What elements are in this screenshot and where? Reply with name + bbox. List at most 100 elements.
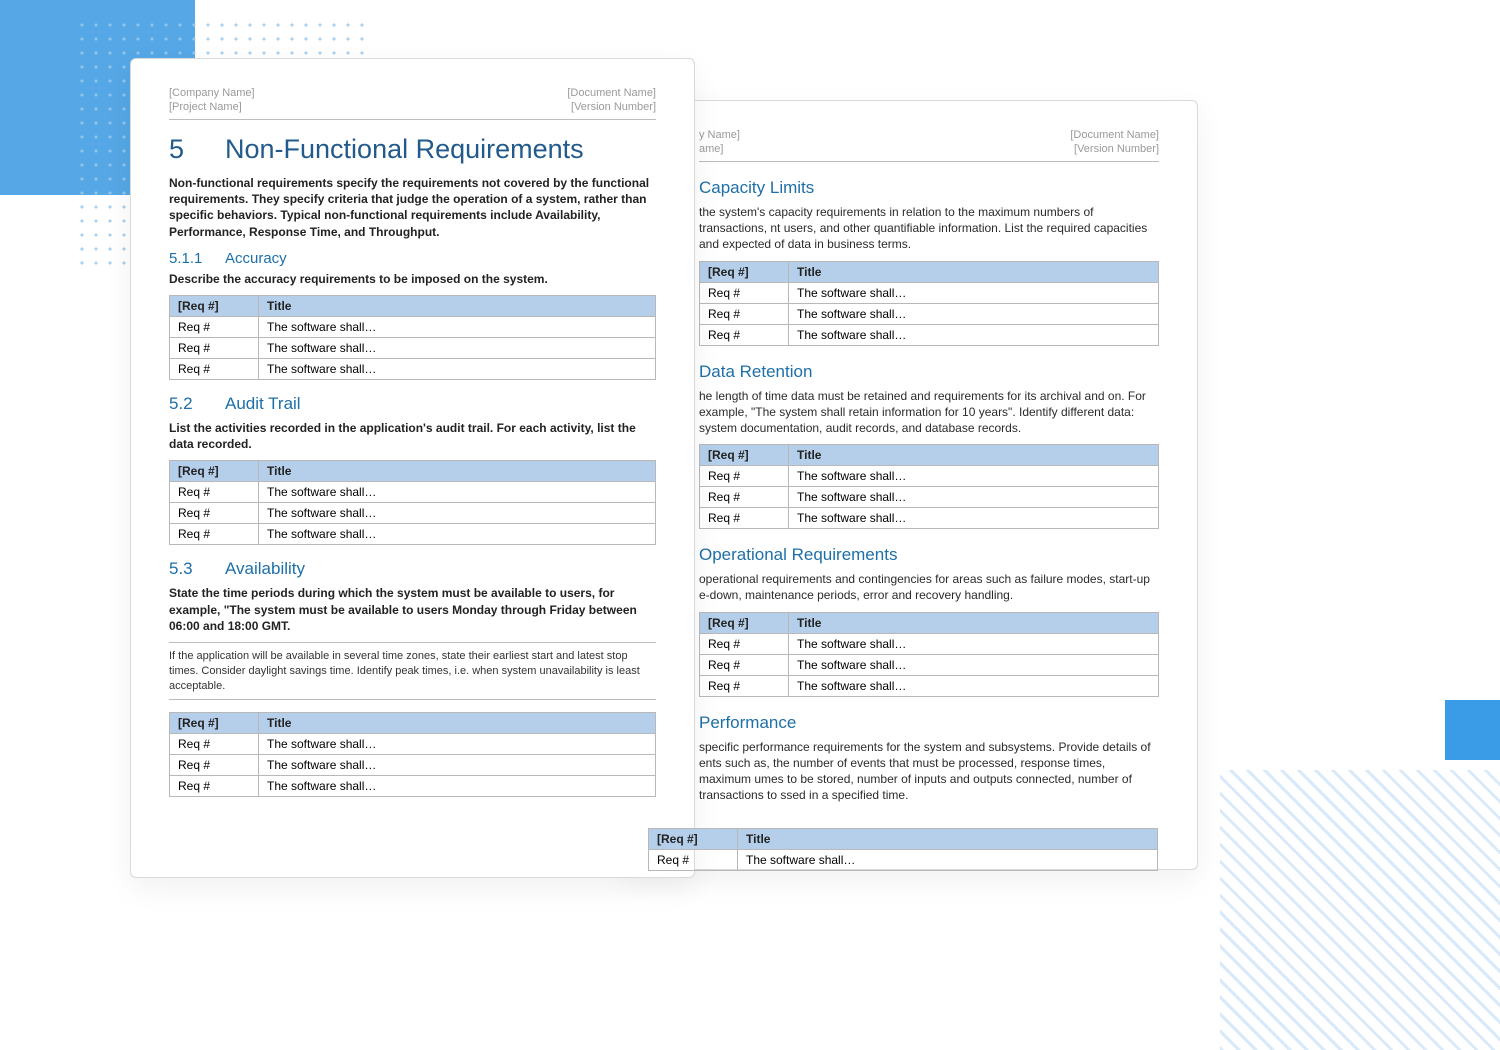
table-accuracy: [Req #]TitleReq #The software shall…Req … <box>169 295 656 380</box>
cell-req: Req # <box>170 524 259 545</box>
cell-title: The software shall… <box>259 776 656 797</box>
table-retention: [Req #]TitleReq #The software shall…Req … <box>699 444 1159 529</box>
cell-req: Req # <box>700 633 789 654</box>
table-audit: [Req #]TitleReq #The software shall…Req … <box>169 460 656 545</box>
doc-header-row-1: y Name] [Document Name] <box>699 129 1159 143</box>
intro-paragraph: Non-functional requirements specify the … <box>169 175 656 240</box>
cell-title: The software shall… <box>789 324 1159 345</box>
table-row: Req #The software shall… <box>649 850 1158 871</box>
cell-req: Req # <box>170 358 259 379</box>
cell-title: The software shall… <box>259 755 656 776</box>
heading-data-retention: Data Retention <box>699 362 1159 382</box>
body-511: Describe the accuracy requirements to be… <box>169 271 656 287</box>
cell-title: The software shall… <box>738 850 1158 871</box>
heading-capacity-limits: Capacity Limits <box>699 178 1159 198</box>
header-document: [Document Name] <box>1070 129 1159 141</box>
cell-req: Req # <box>170 482 259 503</box>
table-row: Req #The software shall… <box>170 755 656 776</box>
col-title-header: Title <box>789 612 1159 633</box>
header-version: [Version Number] <box>571 101 656 113</box>
table-operational: [Req #]TitleReq #The software shall…Req … <box>699 612 1159 697</box>
heading-h1: 5 Non-Functional Requirements <box>169 134 656 165</box>
table-row: Req #The software shall… <box>700 487 1159 508</box>
col-req-header: [Req #] <box>170 713 259 734</box>
table-row: Req #The software shall… <box>700 324 1159 345</box>
header-rule <box>699 161 1159 162</box>
col-req-header: [Req #] <box>170 295 259 316</box>
cell-title: The software shall… <box>789 466 1159 487</box>
cell-title: The software shall… <box>259 524 656 545</box>
cell-req: Req # <box>170 316 259 337</box>
bg-diag-lines <box>1220 770 1500 1050</box>
h2-number: 5.2 <box>169 394 225 414</box>
table-row: Req #The software shall… <box>700 633 1159 654</box>
body-data-retention: he length of time data must be retained … <box>699 388 1159 437</box>
cell-title: The software shall… <box>259 503 656 524</box>
table-performance-wrap: [Req #]TitleReq #The software shall… <box>648 824 1158 881</box>
col-title-header: Title <box>789 261 1159 282</box>
cell-title: The software shall… <box>259 316 656 337</box>
col-req-header: [Req #] <box>649 829 738 850</box>
table-row: Req #The software shall… <box>170 734 656 755</box>
body-53: State the time periods during which the … <box>169 585 656 634</box>
table-availability: [Req #]TitleReq #The software shall…Req … <box>169 712 656 797</box>
table-row: Req #The software shall… <box>700 282 1159 303</box>
cell-req: Req # <box>170 755 259 776</box>
cell-req: Req # <box>700 303 789 324</box>
heading-52: 5.2 Audit Trail <box>169 394 656 414</box>
table-row: Req #The software shall… <box>170 358 656 379</box>
cell-title: The software shall… <box>789 675 1159 696</box>
heading-performance: Performance <box>699 713 1159 733</box>
h1-number: 5 <box>169 134 225 165</box>
header-version: [Version Number] <box>1074 143 1159 155</box>
table-row: Req #The software shall… <box>170 524 656 545</box>
header-project: ame] <box>699 143 723 155</box>
col-title-header: Title <box>789 445 1159 466</box>
h2-title: Availability <box>225 559 305 579</box>
page-left: [Company Name] [Document Name] [Project … <box>130 58 695 878</box>
header-document: [Document Name] <box>567 87 656 99</box>
cell-title: The software shall… <box>259 482 656 503</box>
heading-511: 5.1.1 Accuracy <box>169 250 656 267</box>
cell-req: Req # <box>649 850 738 871</box>
cell-title: The software shall… <box>259 358 656 379</box>
cell-req: Req # <box>700 654 789 675</box>
table-capacity: [Req #]TitleReq #The software shall…Req … <box>699 261 1159 346</box>
table-row: Req #The software shall… <box>700 303 1159 324</box>
cell-req: Req # <box>170 776 259 797</box>
cell-title: The software shall… <box>789 654 1159 675</box>
body-capacity-limits: the system's capacity requirements in re… <box>699 204 1159 253</box>
h2-title: Audit Trail <box>225 394 301 414</box>
body-performance: specific performance requirements for th… <box>699 739 1159 804</box>
table-row: Req #The software shall… <box>700 508 1159 529</box>
note-53: If the application will be available in … <box>169 642 656 701</box>
cell-req: Req # <box>170 337 259 358</box>
h2-number: 5.3 <box>169 559 225 579</box>
cell-title: The software shall… <box>789 282 1159 303</box>
cell-title: The software shall… <box>259 734 656 755</box>
cell-title: The software shall… <box>789 508 1159 529</box>
table-row: Req #The software shall… <box>700 466 1159 487</box>
table-row: Req #The software shall… <box>170 482 656 503</box>
cell-req: Req # <box>170 503 259 524</box>
header-company: y Name] <box>699 129 740 141</box>
col-title-header: Title <box>259 713 656 734</box>
body-operational: operational requirements and contingenci… <box>699 571 1159 603</box>
cell-req: Req # <box>700 466 789 487</box>
col-title-header: Title <box>738 829 1158 850</box>
table-row: Req #The software shall… <box>170 776 656 797</box>
cell-req: Req # <box>700 282 789 303</box>
col-title-header: Title <box>259 295 656 316</box>
cell-req: Req # <box>700 487 789 508</box>
table-row: Req #The software shall… <box>170 337 656 358</box>
col-req-header: [Req #] <box>700 445 789 466</box>
table-performance: [Req #]TitleReq #The software shall… <box>648 828 1158 871</box>
cell-req: Req # <box>170 734 259 755</box>
header-project: [Project Name] <box>169 101 242 113</box>
heading-53: 5.3 Availability <box>169 559 656 579</box>
h3-number: 5.1.1 <box>169 250 225 267</box>
cell-req: Req # <box>700 324 789 345</box>
cell-req: Req # <box>700 675 789 696</box>
doc-header-row-1: [Company Name] [Document Name] <box>169 87 656 101</box>
body-52: List the activities recorded in the appl… <box>169 420 656 452</box>
